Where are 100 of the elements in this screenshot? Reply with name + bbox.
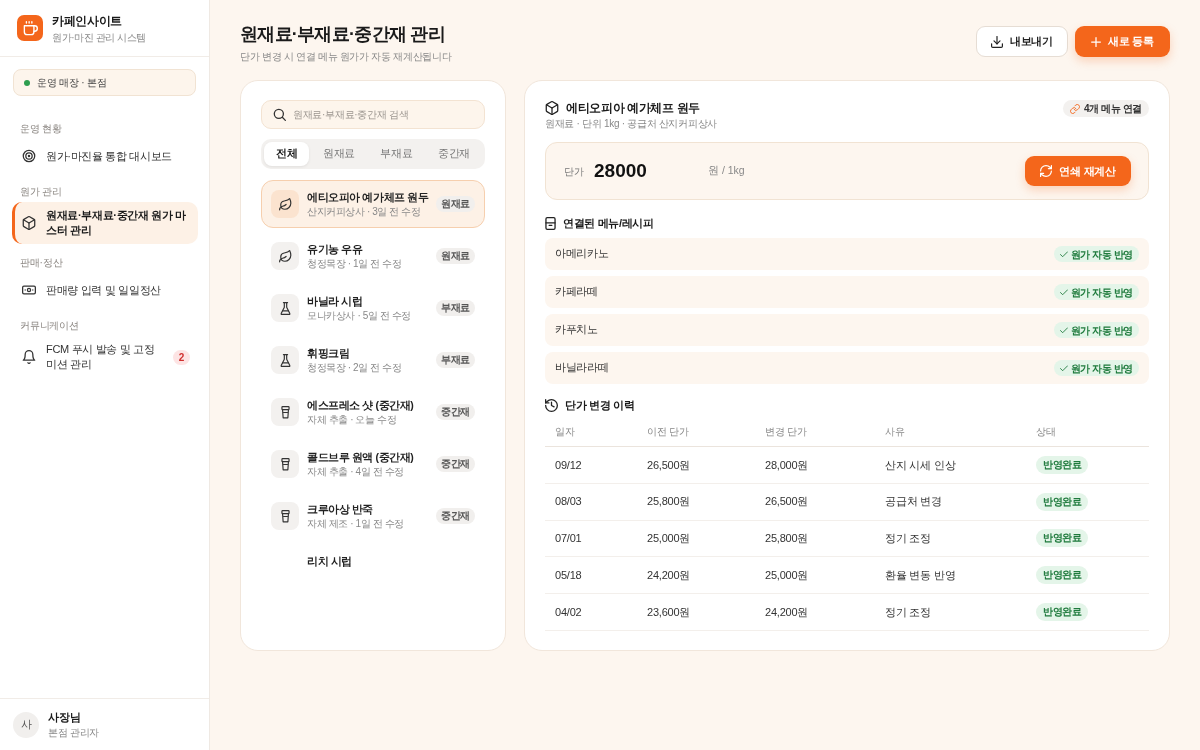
- filter-tab[interactable]: 중간재: [425, 142, 482, 166]
- category-tag: 원재료: [436, 248, 475, 264]
- column-header: 이전 단가: [647, 425, 689, 439]
- page-subtitle: 단가 변경 시 연결 메뉴 원가가 자동 재계산됩니다: [240, 50, 452, 63]
- table-cell-text: 24,200원: [647, 567, 691, 583]
- coffee-cup-logo-icon: [17, 15, 43, 41]
- nav-section-label: 운영 현황: [19, 122, 63, 135]
- material-name: 리치 시럽: [307, 554, 352, 569]
- category-tag: 부재료: [436, 300, 475, 316]
- column-header: 상태: [1036, 425, 1056, 439]
- category-tag: 중간재: [436, 456, 475, 472]
- cube-icon: [545, 101, 559, 115]
- category-tag: 부재료: [436, 352, 475, 368]
- column-header: 일자: [555, 425, 575, 439]
- banknote-icon: [22, 283, 36, 297]
- filter-tab[interactable]: 원재료: [310, 142, 367, 166]
- material-meta: 모나카상사 · 5일 전 수정: [307, 309, 411, 323]
- plus-icon: [1091, 36, 1102, 47]
- table-cell-text: 23,600원: [647, 604, 691, 620]
- user-name: 사장님: [48, 710, 82, 724]
- table-cell-text: 25,000원: [647, 531, 691, 547]
- export-button[interactable]: 내보내기: [975, 26, 1069, 57]
- status-text: 원가 자동 반영: [1070, 285, 1133, 300]
- table-cell-text: 28,000원: [765, 457, 809, 473]
- cup-icon: [271, 502, 299, 530]
- detail-subtitle: 원재료 · 단위 1kg · 공급처 산지커피상사: [545, 117, 717, 130]
- material-list-item[interactable]: 콜드브루 원액 (중간재) 자체 추출 · 4일 전 수정 중간재: [261, 440, 485, 488]
- filter-tab[interactable]: 부재료: [368, 142, 425, 166]
- material-meta: 청정목장 · 1일 전 수정: [307, 257, 402, 271]
- table-cell-text: 25,000원: [765, 567, 809, 583]
- price-input[interactable]: 28000: [594, 156, 708, 186]
- nav-section-label: 판매·정산: [19, 256, 64, 269]
- target-icon: [22, 149, 36, 163]
- status-badge: 반영완료: [1036, 602, 1089, 621]
- table-cell-text: 05/18: [555, 567, 582, 583]
- price-label: 단가: [564, 164, 584, 179]
- link-icon: [1070, 103, 1081, 114]
- material-list-item[interactable]: 에티오피아 예가체프 원두 산지커피상사 · 3일 전 수정 원재료: [261, 180, 485, 228]
- table-cell-text: 정기 조정: [885, 531, 931, 547]
- nav-item[interactable]: 원가·마진율 통합 대시보드: [12, 139, 198, 173]
- cabinet-icon: [545, 216, 556, 230]
- material-list-item[interactable]: 크루아상 반죽 자체 제조 · 1일 전 수정 중간재: [261, 492, 485, 540]
- section-title: 단가 변경 이력: [565, 397, 635, 413]
- leaf-icon: [271, 242, 299, 270]
- user-role: 본점 관리자: [48, 726, 99, 739]
- material-name: 크루아상 반죽: [307, 502, 373, 517]
- material-name: 에스프레소 샷 (중간재): [307, 398, 414, 413]
- table-cell-text: 26,500원: [647, 457, 691, 473]
- menu-name: 카페라떼: [555, 284, 598, 300]
- status-text: 원가 자동 반영: [1070, 247, 1133, 262]
- refresh-icon: [1040, 165, 1053, 177]
- history-icon: [545, 398, 558, 412]
- menu-name: 바닐라라떼: [555, 360, 609, 376]
- search-field[interactable]: 원재료·부재료·중간재 검색: [261, 100, 485, 129]
- check-icon: [1059, 326, 1068, 334]
- page-title: 원재료·부재료·중간재 관리: [240, 23, 446, 46]
- status-badge: 반영완료: [1036, 529, 1089, 548]
- brand-tagline: 원가·마진 관리 시스템: [52, 30, 147, 44]
- download-icon: [990, 35, 1003, 48]
- column-header: 사유: [885, 425, 905, 439]
- table-cell-text: 24,200원: [765, 604, 809, 620]
- category-tag: 원재료: [436, 196, 475, 212]
- material-list-item[interactable]: 리치 시럽: [261, 544, 485, 570]
- avatar: 사: [13, 711, 39, 738]
- linked-menus-count: 4개 메뉴 연결: [1084, 102, 1142, 116]
- material-list-item[interactable]: 유기농 우유 청정목장 · 1일 전 수정 원재료: [261, 232, 485, 280]
- menu-name: 아메리카노: [555, 246, 609, 262]
- material-list-item[interactable]: 에스프레소 샷 (중간재) 자체 추출 · 오늘 수정 중간재: [261, 388, 485, 436]
- nav-item[interactable]: 원재료·부재료·중간재 원가 마스터 관리: [12, 202, 198, 244]
- price-unit: 원 / 1kg: [708, 163, 745, 179]
- status-badge: 반영완료: [1036, 492, 1089, 511]
- table-cell-text: 공급처 변경: [885, 494, 942, 510]
- search-icon: [273, 108, 286, 121]
- status-badge: 반영완료: [1036, 566, 1089, 585]
- material-list-item[interactable]: 휘핑크림 청정목장 · 2일 전 수정 부재료: [261, 336, 485, 384]
- table-cell-text: 25,800원: [765, 531, 809, 547]
- filter-tab[interactable]: 전체: [264, 142, 310, 166]
- material-name: 바닐라 시럽: [307, 294, 363, 309]
- table-cell-text: 26,500원: [765, 494, 809, 510]
- table-cell-text: 정기 조정: [885, 604, 931, 620]
- store-selector[interactable]: 운영 매장 · 본점: [13, 69, 196, 96]
- table-cell-text: 산지 시세 인상: [885, 457, 956, 473]
- nav-item[interactable]: FCM 푸시 발송 및 고정 미션 관리 2: [12, 336, 198, 378]
- cup-icon: [271, 398, 299, 426]
- material-meta: 자체 추출 · 4일 전 수정: [307, 465, 404, 479]
- material-meta: 자체 추출 · 오늘 수정: [307, 413, 397, 427]
- material-name: 에티오피아 예가체프 원두: [307, 190, 429, 205]
- material-meta: 자체 제조 · 1일 전 수정: [307, 517, 404, 531]
- menu-name: 카푸치노: [555, 322, 598, 338]
- table-cell-text: 25,800원: [647, 494, 691, 510]
- section-title: 연결된 메뉴/레시피: [563, 215, 654, 231]
- nav-item[interactable]: 판매량 입력 및 일일정산: [12, 273, 198, 307]
- check-icon: [1059, 288, 1068, 296]
- nav-section-label: 원가 관리: [19, 185, 63, 198]
- table-cell-text: 08/03: [555, 494, 582, 510]
- category-tag: 중간재: [436, 508, 475, 524]
- count-badge: 2: [172, 349, 190, 365]
- material-name: 휘핑크림: [307, 346, 350, 361]
- material-list-item[interactable]: 바닐라 시럽 모나카상사 · 5일 전 수정 부재료: [261, 284, 485, 332]
- cup-icon: [271, 450, 299, 478]
